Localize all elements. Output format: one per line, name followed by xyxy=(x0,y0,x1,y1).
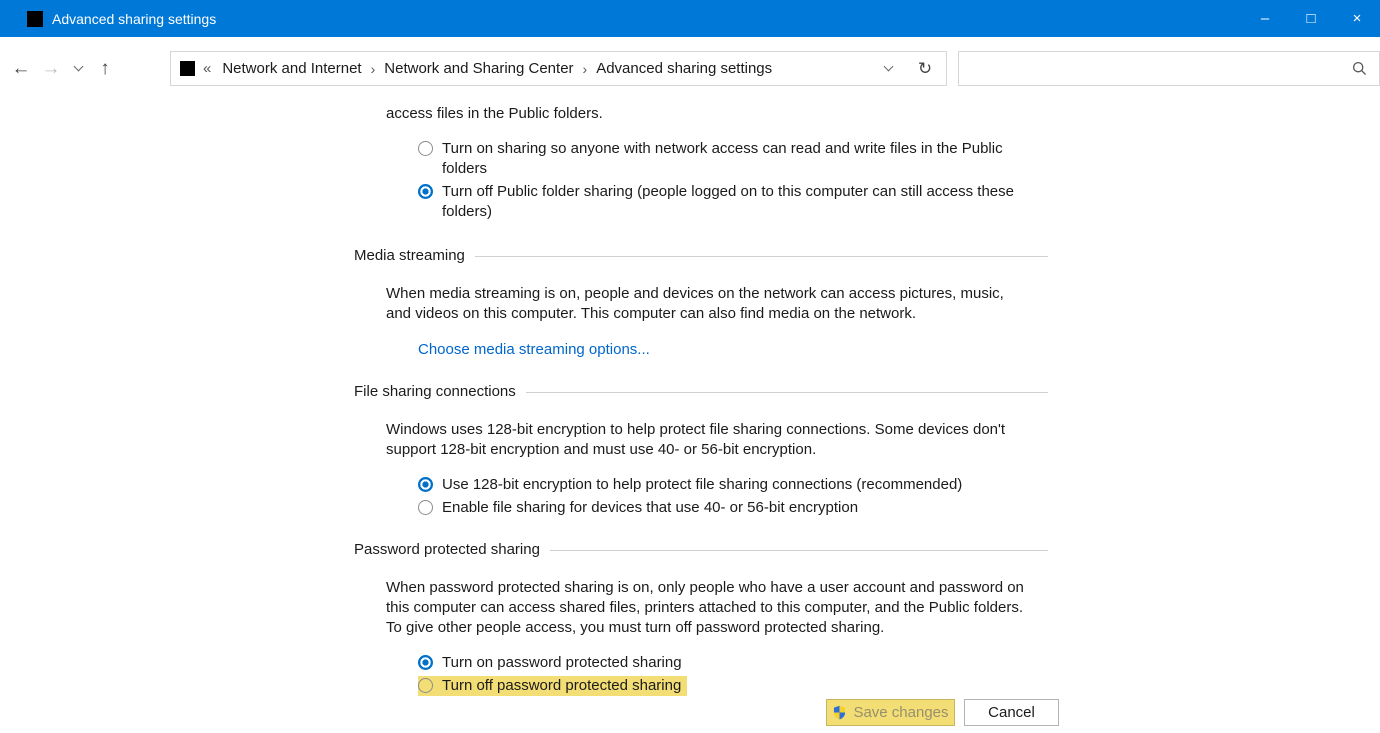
radio-icon[interactable] xyxy=(418,678,433,693)
address-bar[interactable]: « Network and Internet › Network and Sha… xyxy=(170,51,947,86)
address-dropdown-chevron-icon[interactable] xyxy=(872,52,904,85)
section-file-sharing-connections: File sharing connections xyxy=(354,382,1048,402)
back-icon[interactable]: ← xyxy=(6,52,36,86)
section-rule xyxy=(550,550,1048,551)
maximize-button[interactable]: □ xyxy=(1288,0,1334,37)
breadcrumb-separator-icon: › xyxy=(371,61,376,77)
radio-selected-icon[interactable] xyxy=(418,655,433,670)
recent-pages-chevron-icon[interactable] xyxy=(66,52,90,86)
section-rule xyxy=(475,256,1048,257)
breadcrumb-network-and-internet[interactable]: Network and Internet xyxy=(220,60,363,77)
intro-fragment: access files in the Public folders. xyxy=(386,104,1048,124)
radio-enable-40-56-bit-encryption[interactable]: Enable file sharing for devices that use… xyxy=(418,498,1048,518)
radio-turn-on-password-protected-sharing[interactable]: Turn on password protected sharing xyxy=(418,653,1048,673)
nav-buttons: ← → ↑ xyxy=(6,37,120,100)
titlebar: Advanced sharing settings – □ × xyxy=(0,0,1380,37)
cancel-button[interactable]: Cancel xyxy=(964,699,1059,726)
section-password-protected-sharing: Password protected sharing xyxy=(354,540,1048,560)
search-input[interactable] xyxy=(959,52,1352,85)
file-sharing-description: Windows uses 128-bit encryption to help … xyxy=(386,420,1032,460)
password-protected-description: When password protected sharing is on, o… xyxy=(386,578,1032,638)
app-icon xyxy=(27,11,43,27)
window-title: Advanced sharing settings xyxy=(52,11,216,27)
search-icon[interactable] xyxy=(1352,61,1367,76)
breadcrumb-advanced-sharing-settings[interactable]: Advanced sharing settings xyxy=(594,60,774,77)
choose-media-streaming-options-link[interactable]: Choose media streaming options... xyxy=(418,341,650,358)
save-changes-label: Save changes xyxy=(853,704,948,721)
section-heading: Password protected sharing xyxy=(354,540,540,560)
settings-content: access files in the Public folders. Turn… xyxy=(354,100,1048,696)
dialog-footer: Save changes Cancel xyxy=(826,699,1059,726)
radio-turn-off-public-folder-sharing[interactable]: Turn off Public folder sharing (people l… xyxy=(418,182,1048,222)
radio-selected-icon[interactable] xyxy=(418,184,433,199)
radio-icon[interactable] xyxy=(418,141,433,156)
section-heading: Media streaming xyxy=(354,246,465,266)
radio-turn-off-password-protected-sharing[interactable]: Turn off password protected sharing xyxy=(418,676,687,696)
search-box[interactable] xyxy=(958,51,1380,86)
address-location-icon xyxy=(180,61,195,76)
window-controls: – □ × xyxy=(1242,0,1380,37)
section-media-streaming: Media streaming xyxy=(354,246,1048,266)
up-icon[interactable]: ↑ xyxy=(90,52,120,86)
breadcrumb-network-and-sharing-center[interactable]: Network and Sharing Center xyxy=(382,60,575,77)
cancel-label: Cancel xyxy=(988,704,1035,721)
close-button[interactable]: × xyxy=(1334,0,1380,37)
radio-selected-icon[interactable] xyxy=(418,477,433,492)
radio-turn-on-public-folder-sharing[interactable]: Turn on sharing so anyone with network a… xyxy=(418,139,1048,179)
uac-shield-icon xyxy=(832,705,847,720)
minimize-button[interactable]: – xyxy=(1242,0,1288,37)
breadcrumb-separator-icon: › xyxy=(583,61,588,77)
media-streaming-description: When media streaming is on, people and d… xyxy=(386,284,1032,324)
refresh-icon[interactable]: ↻ xyxy=(904,59,946,79)
save-changes-button[interactable]: Save changes xyxy=(826,699,955,726)
section-heading: File sharing connections xyxy=(354,382,516,402)
forward-icon[interactable]: → xyxy=(36,52,66,86)
section-rule xyxy=(526,392,1048,393)
radio-use-128-bit-encryption[interactable]: Use 128-bit encryption to help protect f… xyxy=(418,475,1048,495)
radio-icon[interactable] xyxy=(418,500,433,515)
breadcrumb-overflow-icon[interactable]: « xyxy=(203,60,211,77)
toolbar: ← → ↑ « Network and Internet › Network a… xyxy=(0,37,1380,100)
